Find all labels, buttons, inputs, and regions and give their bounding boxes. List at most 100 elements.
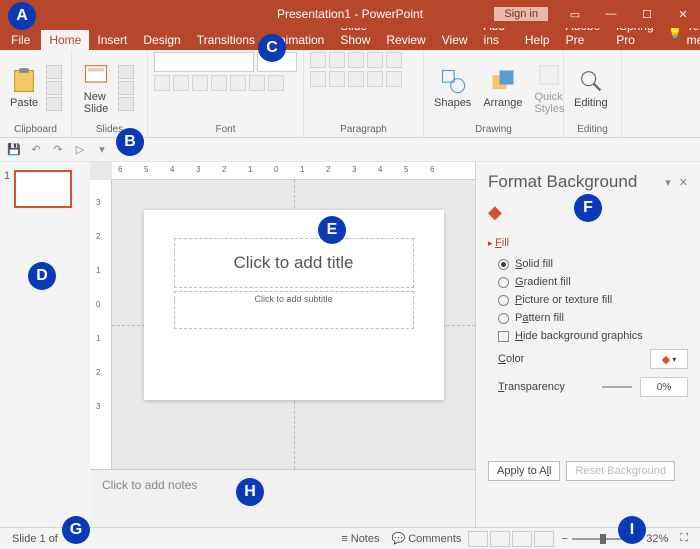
shadow-icon[interactable] — [211, 75, 227, 91]
gradient-fill-option[interactable]: Gradient fill — [488, 273, 688, 291]
tab-home[interactable]: Home — [41, 30, 89, 50]
comments-toggle[interactable]: 💬Comments — [386, 532, 468, 545]
tab-transitions[interactable]: Transitions — [189, 30, 263, 50]
normal-view-icon[interactable] — [468, 531, 488, 547]
indent-inc-icon[interactable] — [367, 52, 383, 68]
close-icon[interactable]: ✕ — [666, 0, 700, 28]
indent-dec-icon[interactable] — [348, 52, 364, 68]
fill-section[interactable]: FFillill — [488, 237, 688, 249]
fill-bucket-icon[interactable]: ◆ — [488, 202, 502, 223]
notes-toggle[interactable]: ≡Notes — [335, 533, 385, 545]
strike-icon[interactable] — [230, 75, 246, 91]
sign-in-button[interactable]: Sign in — [494, 7, 548, 21]
font-color-icon[interactable] — [268, 75, 284, 91]
arrange-button[interactable]: Arrange — [479, 65, 526, 111]
slide-thumb-1[interactable]: 1 — [4, 170, 86, 208]
tab-design[interactable]: Design — [135, 30, 188, 50]
transparency-value[interactable]: 0% — [640, 377, 688, 397]
tab-review[interactable]: Review — [378, 30, 433, 50]
section-icon[interactable] — [118, 97, 134, 111]
solid-fill-option[interactable]: Solid fill — [488, 255, 688, 273]
new-slide-button[interactable]: New Slide — [78, 59, 114, 117]
group-label-paragraph: Paragraph — [310, 123, 417, 136]
apply-all-button[interactable]: Apply to All — [488, 461, 560, 481]
align-center-icon[interactable] — [329, 71, 345, 87]
slideshow-view-icon[interactable] — [534, 531, 554, 547]
underline-icon[interactable] — [192, 75, 208, 91]
panel-dropdown-icon[interactable]: ▾ — [665, 176, 671, 189]
tab-view[interactable]: View — [434, 30, 476, 50]
numbering-icon[interactable] — [329, 52, 345, 68]
panel-close-icon[interactable]: ✕ — [679, 176, 688, 189]
panel-title: Format Background — [488, 172, 637, 192]
pattern-fill-option[interactable]: Pattern fill — [488, 309, 688, 327]
font-select[interactable] — [154, 52, 254, 72]
ribbon-options-icon[interactable]: ▭ — [558, 0, 592, 28]
radio-icon — [498, 259, 509, 270]
italic-icon[interactable] — [173, 75, 189, 91]
zoom-control: − + 32% — [555, 533, 674, 545]
minimize-icon[interactable]: — — [594, 0, 628, 28]
color-picker-button[interactable]: ◆▾ — [650, 349, 688, 369]
marker-g: G — [62, 516, 90, 544]
paste-button[interactable]: Paste — [6, 65, 42, 111]
slide-counter[interactable]: Slide 1 of — [6, 533, 64, 545]
tab-insert[interactable]: Insert — [89, 30, 135, 50]
editing-button[interactable]: Editing — [570, 65, 612, 111]
bold-icon[interactable] — [154, 75, 170, 91]
fit-to-window-icon[interactable]: ⛶ — [674, 532, 694, 545]
reset-icon[interactable] — [118, 81, 134, 95]
undo-icon[interactable]: ↶ — [28, 142, 44, 158]
marker-e: E — [318, 216, 346, 244]
ruler-vertical[interactable]: 3210123 — [90, 180, 112, 469]
bulb-icon: 💡 — [668, 26, 683, 40]
slide-canvas-area[interactable]: Click to add title Click to add subtitle — [112, 180, 475, 469]
slide[interactable]: Click to add title Click to add subtitle — [144, 210, 444, 400]
radio-icon — [498, 295, 509, 306]
cut-icon[interactable] — [46, 65, 62, 79]
marker-b: B — [116, 128, 144, 156]
subtitle-placeholder[interactable]: Click to add subtitle — [174, 291, 414, 329]
reading-view-icon[interactable] — [512, 531, 532, 547]
color-row: Color◆▾ — [488, 345, 688, 373]
radio-icon — [498, 313, 509, 324]
align-right-icon[interactable] — [348, 71, 364, 87]
line-spacing-icon[interactable] — [386, 52, 402, 68]
start-slideshow-icon[interactable]: ▷ — [72, 142, 88, 158]
zoom-level[interactable]: 32% — [646, 533, 668, 545]
group-label-font: Font — [154, 123, 297, 136]
quick-styles-button[interactable]: Quick Styles — [530, 59, 568, 117]
align-left-icon[interactable] — [310, 71, 326, 87]
tab-file[interactable]: File — [0, 30, 41, 50]
hide-graphics-option[interactable]: Hide background graphics — [488, 327, 688, 345]
columns-icon[interactable] — [386, 71, 402, 87]
ribbon: Paste Clipboard New Slide Slides Font Pa… — [0, 50, 700, 138]
bullets-icon[interactable] — [310, 52, 326, 68]
notes-pane[interactable]: Click to add notes — [90, 469, 475, 527]
ruler-horizontal[interactable]: 6543210123456 — [112, 162, 475, 180]
format-painter-icon[interactable] — [46, 97, 62, 111]
maximize-icon[interactable]: ☐ — [630, 0, 664, 28]
title-bar: Presentation1 - PowerPoint Sign in ▭ — ☐… — [0, 0, 700, 28]
copy-icon[interactable] — [46, 81, 62, 95]
radio-icon — [498, 277, 509, 288]
shapes-button[interactable]: Shapes — [430, 65, 475, 111]
reset-background-button[interactable]: Reset Background — [566, 461, 675, 481]
justify-icon[interactable] — [367, 71, 383, 87]
group-label-editing: Editing — [570, 123, 615, 136]
title-placeholder[interactable]: Click to add title — [174, 238, 414, 288]
picture-fill-option[interactable]: Picture or texture fill — [488, 291, 688, 309]
comments-icon: 💬 — [392, 532, 406, 545]
tab-help[interactable]: Help — [517, 30, 558, 50]
transparency-row: Transparency0% — [488, 373, 688, 401]
spacing-icon[interactable] — [249, 75, 265, 91]
zoom-out-icon[interactable]: − — [561, 533, 567, 545]
redo-icon[interactable]: ↷ — [50, 142, 66, 158]
save-icon[interactable]: 💾 — [6, 142, 22, 158]
sorter-view-icon[interactable] — [490, 531, 510, 547]
layout-icon[interactable] — [118, 65, 134, 79]
qat-custom-icon[interactable]: ▾ — [94, 142, 110, 158]
slide-thumbnails: 1 — [0, 162, 90, 527]
marker-a: A — [8, 2, 36, 30]
transparency-slider[interactable] — [602, 386, 632, 388]
